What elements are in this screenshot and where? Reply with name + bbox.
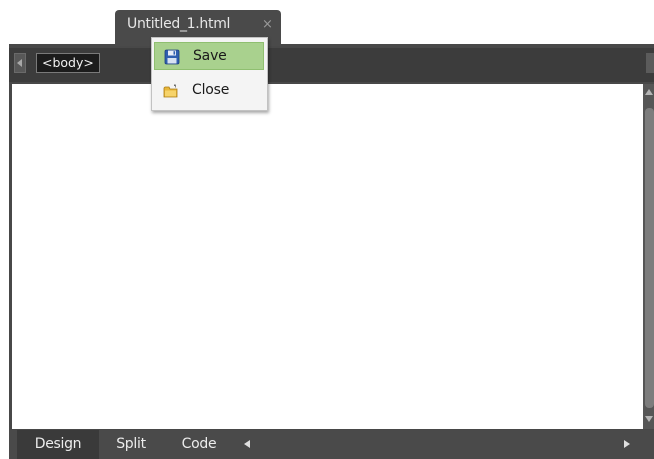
body-tag-breadcrumb[interactable]: <body> xyxy=(36,53,100,73)
scroll-right-icon[interactable] xyxy=(646,53,654,73)
scroll-up-arrow-icon[interactable] xyxy=(645,89,653,95)
document-tab-title[interactable]: Untitled_1.html xyxy=(127,16,230,32)
menu-item-close[interactable]: Close xyxy=(154,77,264,105)
design-canvas[interactable] xyxy=(12,84,643,429)
vertical-scroll-thumb[interactable] xyxy=(645,108,654,408)
scroll-left-icon[interactable] xyxy=(14,53,26,73)
menu-item-close-label: Close xyxy=(192,82,230,98)
tab-code[interactable]: Code xyxy=(163,430,235,459)
tab-close-icon[interactable]: × xyxy=(262,17,273,32)
scroll-down-arrow-icon[interactable] xyxy=(645,416,653,422)
menu-item-save-label: Save xyxy=(193,48,227,64)
tab-split[interactable]: Split xyxy=(99,430,163,459)
menu-item-save[interactable]: Save xyxy=(154,42,264,70)
tag-selector-bar xyxy=(9,48,654,82)
horizontal-scroll-right-icon[interactable] xyxy=(624,440,630,448)
horizontal-scroll-left-icon[interactable] xyxy=(244,440,250,448)
save-floppy-icon xyxy=(164,49,180,65)
close-folder-icon xyxy=(163,84,178,98)
tab-design[interactable]: Design xyxy=(17,430,99,459)
